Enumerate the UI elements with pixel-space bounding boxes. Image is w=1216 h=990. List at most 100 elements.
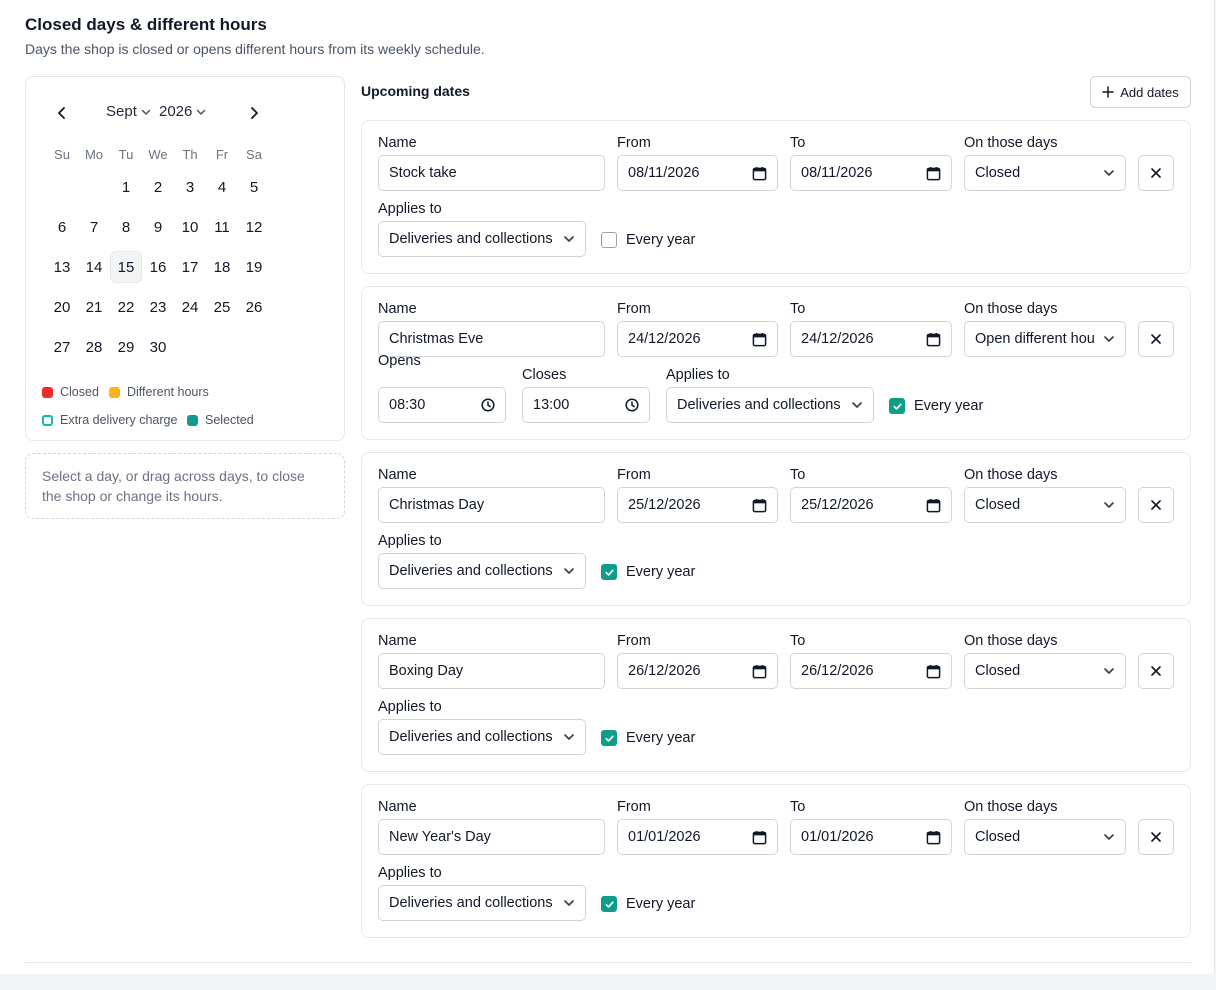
calendar-day[interactable]: 24 [174,291,206,323]
date-entry-card: Name Christmas Eve From 24/12/2026 To 24/12/2… [361,286,1191,440]
calendar-day[interactable]: 26 [238,291,270,323]
to-date-input[interactable]: 26/12/2026 [790,653,952,689]
applies-to-select[interactable]: Deliveries and collections [378,553,586,589]
calendar-day[interactable]: 12 [238,211,270,243]
calendar-day[interactable]: 25 [206,291,238,323]
calendar-day[interactable]: 14 [78,251,110,283]
calendar-day[interactable]: 28 [78,331,110,363]
calendar-day[interactable]: 15 [110,251,142,283]
every-year-checkbox[interactable]: Every year [601,730,695,746]
name-input[interactable]: Boxing Day [378,653,605,689]
calendar-day[interactable]: 6 [46,211,78,243]
remove-date-button[interactable] [1138,819,1174,855]
on-those-days-select[interactable]: Open different hou [964,321,1126,357]
closes-time-input[interactable]: 13:00 [522,387,650,423]
on-those-days-select[interactable]: Closed [964,155,1126,191]
on-those-days-select-value: Closed [975,663,1021,679]
applies-to-select[interactable]: Deliveries and collections [378,885,586,921]
to-date-input-value: 01/01/2026 [801,829,874,845]
to-label: To [790,135,806,151]
to-date-input[interactable]: 25/12/2026 [790,487,952,523]
calendar-day[interactable]: 13 [46,251,78,283]
calendar-day[interactable]: 20 [46,291,78,323]
to-date-input[interactable]: 01/01/2026 [790,819,952,855]
checkbox-box [889,398,905,414]
calendar-day[interactable]: 9 [142,211,174,243]
calendar-day[interactable]: 27 [46,331,78,363]
name-input[interactable]: Christmas Day [378,487,605,523]
name-input-value: New Year's Day [389,829,491,845]
calendar-day[interactable]: 8 [110,211,142,243]
calendar-day[interactable]: 23 [142,291,174,323]
add-dates-button[interactable]: Add dates [1090,76,1191,108]
remove-date-button[interactable] [1138,487,1174,523]
date-entry-card: Name Boxing Day From 26/12/2026 To 26/12/2026… [361,618,1191,772]
every-year-checkbox[interactable]: Every year [601,564,695,580]
chevron-down-icon [197,109,206,115]
year-select[interactable]: 2026 [159,103,206,120]
chevron-down-icon [141,109,151,115]
calendar-icon [752,830,767,844]
applies-to-select-value: Deliveries and collections [389,729,553,745]
next-month-button[interactable] [242,101,266,125]
applies-to-label: Applies to [378,533,442,549]
from-date-input[interactable]: 08/11/2026 [617,155,778,191]
checkmark-icon [604,568,614,576]
remove-date-button[interactable] [1138,321,1174,357]
applies-to-select[interactable]: Deliveries and collections [378,221,586,257]
every-year-checkbox[interactable]: Every year [601,896,695,912]
calendar-day[interactable]: 1 [110,171,142,203]
opens-time-input[interactable]: 08:30 [378,387,506,423]
divider [25,962,1191,963]
applies-to-select[interactable]: Deliveries and collections [378,719,586,755]
calendar-day[interactable]: 2 [142,171,174,203]
calendar-day[interactable]: 22 [110,291,142,323]
every-year-label: Every year [626,896,696,912]
every-year-checkbox[interactable]: Every year [601,232,695,248]
calendar-day[interactable]: 11 [206,211,238,243]
calendar-day[interactable]: 18 [206,251,238,283]
on-those-days-select[interactable]: Closed [964,653,1126,689]
clock-icon [481,398,495,412]
calendar-day[interactable]: 29 [110,331,142,363]
from-date-input[interactable]: 01/01/2026 [617,819,778,855]
from-date-input-value: 25/12/2026 [628,497,701,513]
calendar-day[interactable]: 17 [174,251,206,283]
remove-date-button[interactable] [1138,653,1174,689]
prev-month-button[interactable] [50,101,74,125]
calendar-day[interactable]: 30 [142,331,174,363]
calendar-day[interactable]: 5 [238,171,270,203]
applies-to-select[interactable]: Deliveries and collections [666,387,874,423]
calendar-day[interactable]: 21 [78,291,110,323]
from-date-input[interactable]: 26/12/2026 [617,653,778,689]
date-entry-card: Name New Year's Day From 01/01/2026 To 01/01/… [361,784,1191,938]
from-date-input[interactable]: 25/12/2026 [617,487,778,523]
chevron-down-icon [1104,336,1114,342]
calendar-day[interactable]: 19 [238,251,270,283]
calendar-day[interactable]: 3 [174,171,206,203]
month-select[interactable]: Sept [106,103,151,120]
calendar-day[interactable]: 10 [174,211,206,243]
legend-selected: Selected [187,413,254,427]
on-those-days-select[interactable]: Closed [964,819,1126,855]
name-input[interactable]: Christmas Eve [378,321,605,357]
close-icon [1151,500,1161,510]
from-date-input[interactable]: 24/12/2026 [617,321,778,357]
name-input[interactable]: New Year's Day [378,819,605,855]
calendar-day[interactable]: 7 [78,211,110,243]
from-label: From [617,467,651,483]
weekday-label: Fr [215,147,229,162]
on-those-days-select-value: Closed [975,829,1021,845]
calendar-day[interactable]: 4 [206,171,238,203]
legend-extra-charge: Extra delivery charge [42,413,177,427]
on-those-days-select[interactable]: Closed [964,487,1126,523]
remove-date-button[interactable] [1138,155,1174,191]
calendar-day[interactable]: 16 [142,251,174,283]
to-date-input[interactable]: 08/11/2026 [790,155,952,191]
to-date-input[interactable]: 24/12/2026 [790,321,952,357]
every-year-checkbox[interactable]: Every year [889,398,983,414]
chevron-right-icon [251,107,258,119]
name-input[interactable]: Stock take [378,155,605,191]
different-hours-swatch [109,386,120,398]
opens-label: Opens [378,353,421,369]
